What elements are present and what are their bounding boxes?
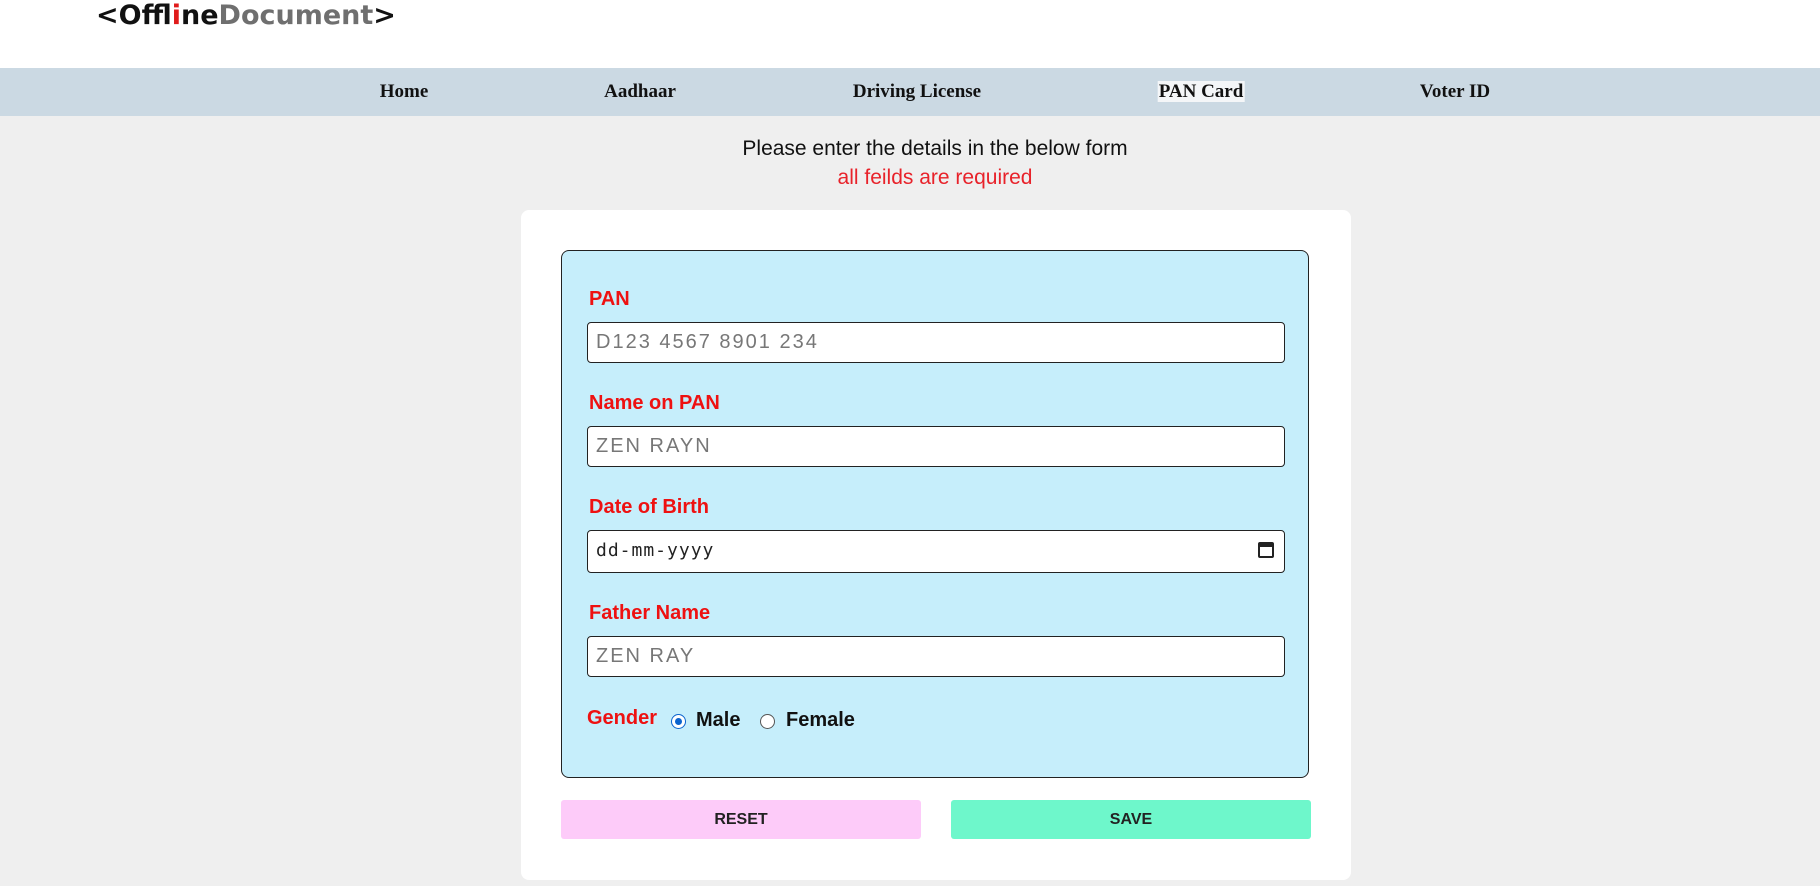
gender-male-label[interactable]: Male — [696, 709, 740, 732]
name-on-pan-input[interactable] — [587, 426, 1285, 467]
nav-item-aadhaar[interactable]: Aadhaar — [604, 68, 676, 116]
calendar-icon[interactable] — [1258, 542, 1274, 558]
father-name-label: Father Name — [589, 602, 711, 624]
logo-text-part: Document — [218, 0, 374, 31]
gender-male-radio[interactable] — [671, 714, 686, 729]
pan-label: PAN — [589, 288, 630, 310]
dob-label: Date of Birth — [589, 496, 709, 518]
logo-text-part: <Off — [96, 0, 172, 31]
gender-female-radio[interactable] — [760, 714, 775, 729]
nav-item-pan-card-label: PAN Card — [1157, 81, 1245, 102]
gender-label: Gender — [587, 707, 658, 729]
reset-button[interactable]: RESET — [561, 800, 921, 839]
logo-text-part: > — [373, 0, 396, 31]
save-button[interactable]: SAVE — [951, 800, 1311, 839]
top-header: <OfflineDocument> — [0, 0, 1820, 68]
nav-item-voter-id[interactable]: Voter ID — [1420, 68, 1490, 116]
logo-text-part: i — [171, 0, 181, 31]
gender-female-label[interactable]: Female — [786, 709, 855, 732]
dob-value: dd-mm-yyyy — [596, 540, 715, 561]
site-logo[interactable]: <OfflineDocument> — [96, 0, 396, 32]
nav-item-driving-license[interactable]: Driving License — [853, 68, 981, 116]
nav-item-home[interactable]: Home — [380, 68, 429, 116]
logo-text-part: ne — [180, 0, 219, 31]
pan-input[interactable] — [587, 322, 1285, 363]
nav-item-pan-card[interactable]: PAN Card — [1157, 68, 1245, 116]
form-instruction: Please enter the details in the below fo… — [742, 137, 1128, 160]
required-note: all feilds are required — [837, 166, 1033, 189]
name-on-pan-label: Name on PAN — [589, 392, 720, 414]
father-name-input[interactable] — [587, 636, 1285, 677]
dob-input[interactable]: dd-mm-yyyy — [587, 530, 1285, 573]
main-nav: Home Aadhaar Driving License PAN Card Vo… — [0, 68, 1820, 116]
